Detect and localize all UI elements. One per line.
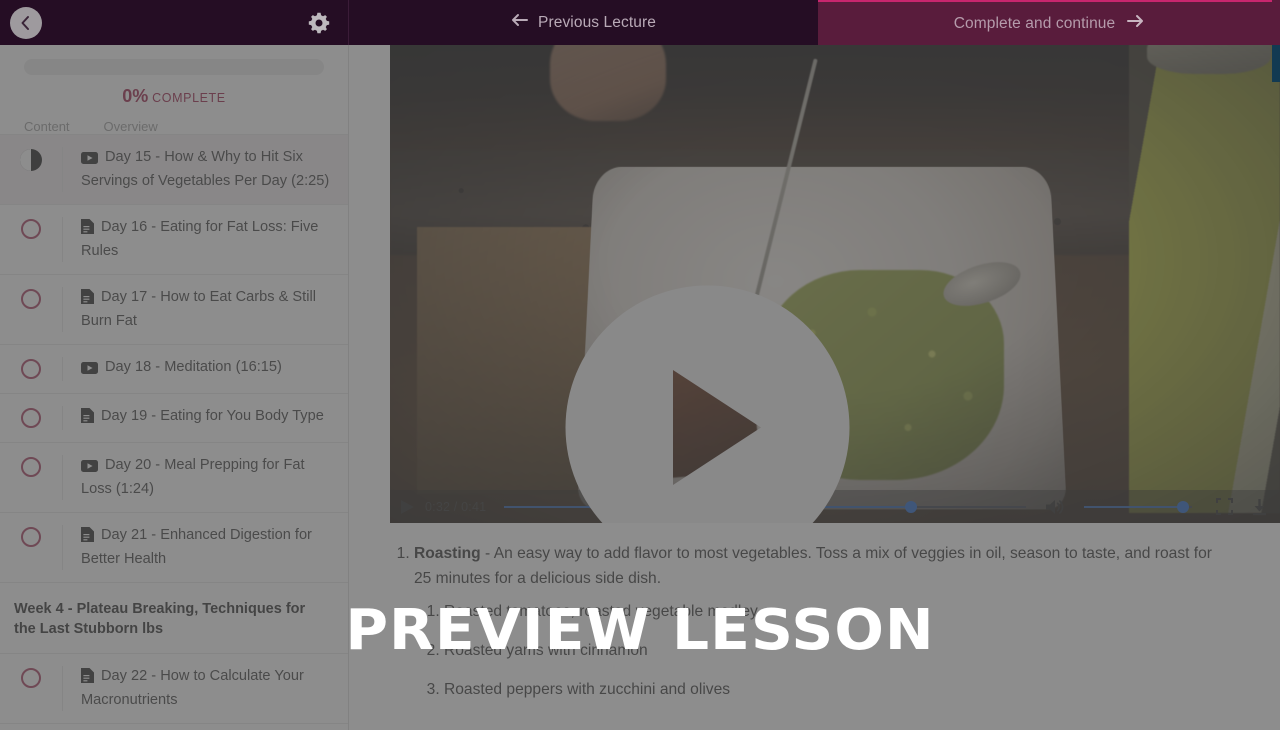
sidebar-item-day-16[interactable]: Day 16 - Eating for Fat Loss: Five Rules	[0, 204, 348, 274]
tab-content[interactable]: Content	[24, 119, 70, 134]
time-display: 0:32 / 0:41	[425, 499, 487, 514]
status-indicator[interactable]	[0, 147, 62, 171]
empty-circle-icon	[21, 668, 41, 688]
document-icon	[81, 668, 94, 690]
previous-lecture-button[interactable]: Previous Lecture	[348, 0, 818, 45]
document-icon	[81, 408, 94, 430]
sidebar-item-label: Day 21 - Enhanced Digestion for Better H…	[81, 527, 312, 567]
document-icon	[81, 219, 94, 241]
empty-circle-icon	[21, 457, 41, 477]
topbar-right-edge	[1272, 0, 1280, 45]
lesson-title-wrap: Day 19 - Eating for You Body Type	[62, 406, 334, 430]
previous-lecture-label: Previous Lecture	[538, 13, 656, 31]
lesson-title-wrap: Day 21 - Enhanced Digestion for Better H…	[62, 525, 334, 570]
empty-circle-icon	[21, 289, 41, 309]
list-item-bold: Roasting	[414, 545, 481, 562]
volume-knob[interactable]	[1177, 500, 1190, 513]
fullscreen-icon[interactable]	[1216, 498, 1233, 515]
list-item: Roasted yams with cinnamon	[444, 638, 1230, 663]
status-indicator[interactable]	[0, 287, 62, 309]
sidebar-item-day-17[interactable]: Day 17 - How to Eat Carbs & Still Burn F…	[0, 274, 348, 344]
top-navigation-bar: Previous Lecture Complete and continue	[0, 0, 1280, 45]
sidebar-item-label: Day 20 - Meal Prepping for Fat Loss (1:2…	[81, 457, 305, 497]
volume-fill	[1084, 505, 1184, 508]
progress-bar	[24, 59, 324, 75]
arrow-right-icon	[1127, 14, 1144, 33]
list-item-rest: - An easy way to add flavor to most vege…	[414, 545, 1212, 587]
empty-circle-icon	[21, 408, 41, 428]
progress-word: COMPLETE	[152, 91, 226, 105]
video-icon	[81, 150, 98, 171]
sidebar-item-day-15[interactable]: Day 15 - How & Why to Hit Six Servings o…	[0, 134, 348, 204]
progress-section: 0% COMPLETE	[0, 45, 348, 115]
progress-label: 0% COMPLETE	[24, 86, 324, 107]
lesson-body: Roasting - An easy way to add flavor to …	[349, 523, 1280, 702]
sub-list: Roasted tomatoes, roasted vegetable medl…	[414, 599, 1230, 702]
gear-icon[interactable]	[306, 10, 332, 36]
status-indicator[interactable]	[0, 406, 62, 428]
sidebar-item-label: Day 15 - How & Why to Hit Six Servings o…	[81, 149, 330, 189]
sidebar-item-label: Day 22 - How to Calculate Your Macronutr…	[81, 668, 304, 708]
complete-and-continue-button[interactable]: Complete and continue	[818, 0, 1280, 45]
lesson-title-wrap: Day 16 - Eating for Fat Loss: Five Rules	[62, 217, 334, 262]
list-item: Roasting - An easy way to add flavor to …	[414, 541, 1230, 702]
complete-and-continue-label: Complete and continue	[953, 14, 1116, 32]
document-icon	[81, 527, 94, 549]
lesson-ordered-list: Roasting - An easy way to add flavor to …	[390, 541, 1230, 702]
half-circle-icon	[20, 149, 42, 171]
sidebar-item-day-22[interactable]: Day 22 - How to Calculate Your Macronutr…	[0, 653, 348, 723]
lesson-title-wrap: Day 17 - How to Eat Carbs & Still Burn F…	[62, 287, 334, 332]
sidebar-tabs[interactable]: Content Overview	[0, 115, 348, 134]
sidebar-section-heading: Week 4 - Plateau Breaking, Techniques fo…	[0, 582, 348, 653]
seek-knob[interactable]	[905, 500, 918, 513]
document-icon	[81, 289, 94, 311]
main-content: 0:32 / 0:41 1. Roasting - An easy way to…	[349, 45, 1280, 730]
lesson-title-wrap: Day 15 - How & Why to Hit Six Servings o…	[62, 147, 334, 192]
video-icon	[81, 458, 98, 479]
topbar-left-section	[0, 0, 348, 45]
empty-circle-icon	[21, 359, 41, 379]
tab-overview[interactable]: Overview	[104, 119, 158, 134]
sidebar-item-day-20[interactable]: Day 20 - Meal Prepping for Fat Loss (1:2…	[0, 442, 348, 512]
course-player-page: 0:32 / 0:41 1. Roasting - An easy way to…	[0, 0, 1280, 730]
right-edge-panel	[1272, 45, 1280, 82]
lesson-title-wrap: Day 18 - Meditation (16:15)	[62, 357, 334, 381]
arrow-left-icon	[511, 13, 529, 32]
status-indicator[interactable]	[0, 217, 62, 239]
course-sidebar[interactable]: 0% COMPLETE Content Overview Day 15 - Ho…	[0, 45, 349, 730]
empty-circle-icon	[21, 527, 41, 547]
list-item: Roasted peppers with zucchini and olives	[444, 677, 1230, 702]
download-icon[interactable]	[1251, 498, 1268, 516]
sidebar-item-day-19[interactable]: Day 19 - Eating for You Body Type	[0, 393, 348, 442]
sidebar-item-label: Day 17 - How to Eat Carbs & Still Burn F…	[81, 289, 316, 329]
status-indicator[interactable]	[0, 357, 62, 379]
video-icon	[81, 360, 98, 381]
lesson-title-wrap: Day 20 - Meal Prepping for Fat Loss (1:2…	[62, 455, 334, 500]
sidebar-item-day-18[interactable]: Day 18 - Meditation (16:15)	[0, 344, 348, 393]
volume-icon[interactable]	[1044, 498, 1066, 516]
volume-slider[interactable]	[1084, 500, 1192, 514]
progress-percent: 0%	[122, 86, 149, 106]
list-item: Roasted tomatoes, roasted vegetable medl…	[444, 599, 1230, 624]
status-indicator[interactable]	[0, 455, 62, 477]
sidebar-item-day-21[interactable]: Day 21 - Enhanced Digestion for Better H…	[0, 512, 348, 582]
sidebar-item-day-23[interactable]: Day 23 - Carbohydrate Cycling	[0, 723, 348, 730]
sidebar-item-label: Day 19 - Eating for You Body Type	[101, 408, 324, 424]
sidebar-item-label: Day 16 - Eating for Fat Loss: Five Rules	[81, 219, 319, 259]
empty-circle-icon	[21, 219, 41, 239]
status-indicator[interactable]	[0, 666, 62, 688]
chevron-left-icon[interactable]	[10, 6, 42, 39]
lesson-title-wrap: Day 22 - How to Calculate Your Macronutr…	[62, 666, 334, 711]
play-circle-icon[interactable]	[565, 285, 850, 523]
status-indicator[interactable]	[0, 525, 62, 547]
sidebar-item-label: Day 18 - Meditation (16:15)	[105, 359, 282, 375]
video-player[interactable]: 0:32 / 0:41	[390, 45, 1280, 523]
play-icon[interactable]	[400, 499, 415, 515]
